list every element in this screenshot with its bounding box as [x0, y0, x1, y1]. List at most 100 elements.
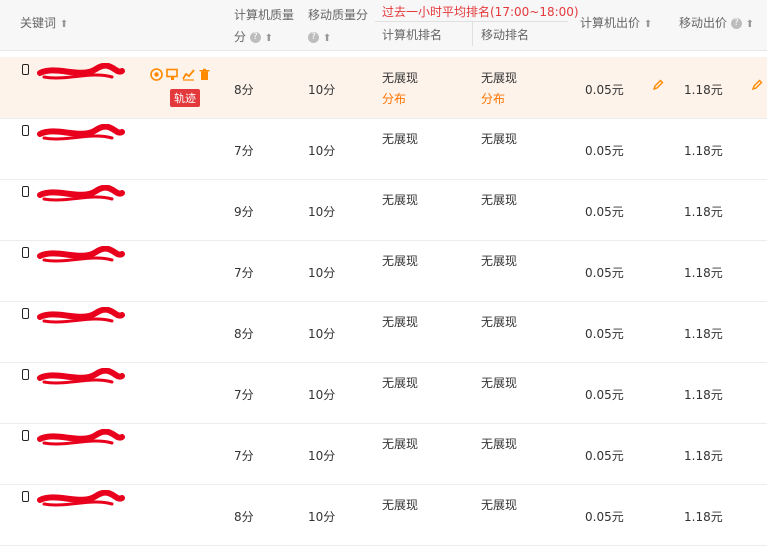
- track-button[interactable]: 轨迹: [170, 89, 200, 107]
- redacted-keyword: [37, 185, 125, 202]
- sort-up-icon[interactable]: ⬆: [265, 33, 273, 44]
- pc-bid-value[interactable]: 0.05元: [585, 142, 624, 159]
- table-row[interactable]: 8分 10分 无展现 无展现 0.05元 1.18元 轨迹 分布 分布: [0, 57, 767, 119]
- help-icon[interactable]: ?: [308, 32, 319, 43]
- pc-rank-value: 无展现: [382, 254, 419, 268]
- sort-up-icon[interactable]: ⬆: [644, 19, 652, 30]
- sort-up-icon[interactable]: ⬆: [60, 19, 68, 30]
- mobile-bid-value[interactable]: 1.18元: [684, 386, 723, 403]
- pc-rank-value: 无展现: [382, 193, 419, 207]
- pc-bid-value[interactable]: 0.05元: [585, 508, 624, 525]
- help-icon[interactable]: ?: [730, 18, 742, 29]
- pc-rank-value: 无展现: [382, 132, 419, 146]
- mobile-device-icon: [22, 64, 29, 75]
- mobile-bid-value[interactable]: 1.18元: [684, 81, 723, 98]
- column-header-mobile-quality[interactable]: 移动质量分 ? ⬆: [308, 4, 368, 50]
- redacted-keyword: [37, 124, 125, 141]
- table-row[interactable]: 7分 10分 无展现 无展现 0.05元 1.18元: [0, 362, 767, 424]
- help-icon[interactable]: ?: [249, 32, 261, 43]
- redacted-keyword: [37, 307, 125, 324]
- sort-up-icon[interactable]: ⬆: [746, 19, 754, 30]
- mobile-quality-score: 10分: [308, 449, 336, 463]
- monitor-icon[interactable]: [166, 68, 179, 81]
- edit-bid-icon[interactable]: [652, 79, 664, 95]
- mobile-quality-score: 10分: [308, 83, 336, 97]
- pc-quality-score: 7分: [234, 266, 254, 280]
- mobile-quality-score: 10分: [308, 266, 336, 280]
- mobile-quality-score: 10分: [308, 205, 336, 219]
- header-divider: [472, 22, 473, 46]
- table-row[interactable]: 7分 10分 无展现 无展现 0.05元 1.18元: [0, 118, 767, 180]
- table-header: 关键词 ⬆ 计算机质量 分 ? ⬆ 移动质量分 ? ⬆ 过去一小时平均排名(17…: [0, 0, 767, 51]
- pc-rank-value: 无展现: [382, 376, 419, 390]
- pc-rank-value: 无展现: [382, 71, 419, 85]
- redacted-keyword: [37, 429, 125, 446]
- column-header-mobile-bid[interactable]: 移动出价 ? ⬆: [679, 14, 754, 31]
- column-header-pc-quality[interactable]: 计算机质量 分 ? ⬆: [234, 4, 294, 50]
- pc-quality-score: 8分: [234, 510, 254, 524]
- mobile-quality-score: 10分: [308, 388, 336, 402]
- mobile-rank-value: 无展现: [481, 132, 518, 146]
- sort-up-icon[interactable]: ⬆: [323, 33, 331, 44]
- delete-icon[interactable]: [198, 68, 211, 81]
- mobile-bid-value[interactable]: 1.18元: [684, 325, 723, 342]
- mobile-rank-value: 无展现: [481, 498, 518, 512]
- mobile-device-icon: [22, 125, 29, 136]
- pc-bid-value[interactable]: 0.05元: [585, 447, 624, 464]
- column-header-pc-rank: 计算机排名: [382, 28, 443, 42]
- mobile-rank-value: 无展现: [481, 71, 518, 85]
- pc-bid-value[interactable]: 0.05元: [585, 386, 624, 403]
- pc-quality-score: 7分: [234, 144, 254, 158]
- pc-quality-score: 8分: [234, 83, 254, 97]
- mobile-quality-score: 10分: [308, 327, 336, 341]
- pc-quality-score: 7分: [234, 449, 254, 463]
- mobile-quality-score: 10分: [308, 510, 336, 524]
- rank-group-header: 过去一小时平均排名(17:00~18:00): [382, 5, 579, 19]
- chart-icon[interactable]: [182, 68, 195, 81]
- target-icon[interactable]: [150, 68, 163, 81]
- pc-bid-value[interactable]: 0.05元: [585, 264, 624, 281]
- edit-bid-icon[interactable]: [751, 79, 763, 95]
- pc-bid-value[interactable]: 0.05元: [585, 203, 624, 220]
- mobile-bid-value[interactable]: 1.18元: [684, 203, 723, 220]
- redacted-keyword: [37, 368, 125, 385]
- mobile-rank-value: 无展现: [481, 437, 518, 451]
- table-row[interactable]: 9分 10分 无展现 无展现 0.05元 1.18元: [0, 179, 767, 241]
- mobile-device-icon: [22, 430, 29, 441]
- column-header-mobile-rank: 移动排名: [481, 28, 530, 42]
- redacted-keyword: [37, 490, 125, 507]
- mobile-device-icon: [22, 308, 29, 319]
- redacted-keyword: [37, 63, 125, 80]
- mobile-bid-value[interactable]: 1.18元: [684, 508, 723, 525]
- pc-bid-value[interactable]: 0.05元: [585, 325, 624, 342]
- mobile-quality-score: 10分: [308, 144, 336, 158]
- mobile-device-icon: [22, 491, 29, 502]
- table-row[interactable]: 7分 10分 无展现 无展现 0.05元 1.18元: [0, 240, 767, 302]
- table-row[interactable]: 8分 10分 无展现 无展现 0.05元 1.18元: [0, 301, 767, 363]
- pc-quality-score: 7分: [234, 388, 254, 402]
- mobile-device-icon: [22, 247, 29, 258]
- keyword-actions: [150, 67, 214, 81]
- distribution-link[interactable]: 分布: [481, 90, 505, 107]
- table-row[interactable]: 8分 10分 无展现 无展现 0.05元 1.18元: [0, 484, 767, 546]
- pc-rank-value: 无展现: [382, 437, 419, 451]
- pc-bid-value[interactable]: 0.05元: [585, 81, 624, 98]
- pc-quality-score: 8分: [234, 327, 254, 341]
- column-header-pc-bid[interactable]: 计算机出价 ⬆: [580, 14, 652, 31]
- mobile-rank-value: 无展现: [481, 193, 518, 207]
- pc-quality-score: 9分: [234, 205, 254, 219]
- mobile-device-icon: [22, 369, 29, 380]
- column-header-keyword[interactable]: 关键词 ⬆: [20, 14, 68, 31]
- mobile-bid-value[interactable]: 1.18元: [684, 447, 723, 464]
- mobile-bid-value[interactable]: 1.18元: [684, 142, 723, 159]
- redacted-keyword: [37, 246, 125, 263]
- mobile-rank-value: 无展现: [481, 254, 518, 268]
- pc-rank-value: 无展现: [382, 315, 419, 329]
- table-row[interactable]: 7分 10分 无展现 无展现 0.05元 1.18元: [0, 423, 767, 485]
- distribution-link[interactable]: 分布: [382, 90, 406, 107]
- pc-rank-value: 无展现: [382, 498, 419, 512]
- mobile-device-icon: [22, 186, 29, 197]
- mobile-rank-value: 无展现: [481, 315, 518, 329]
- mobile-rank-value: 无展现: [481, 376, 518, 390]
- mobile-bid-value[interactable]: 1.18元: [684, 264, 723, 281]
